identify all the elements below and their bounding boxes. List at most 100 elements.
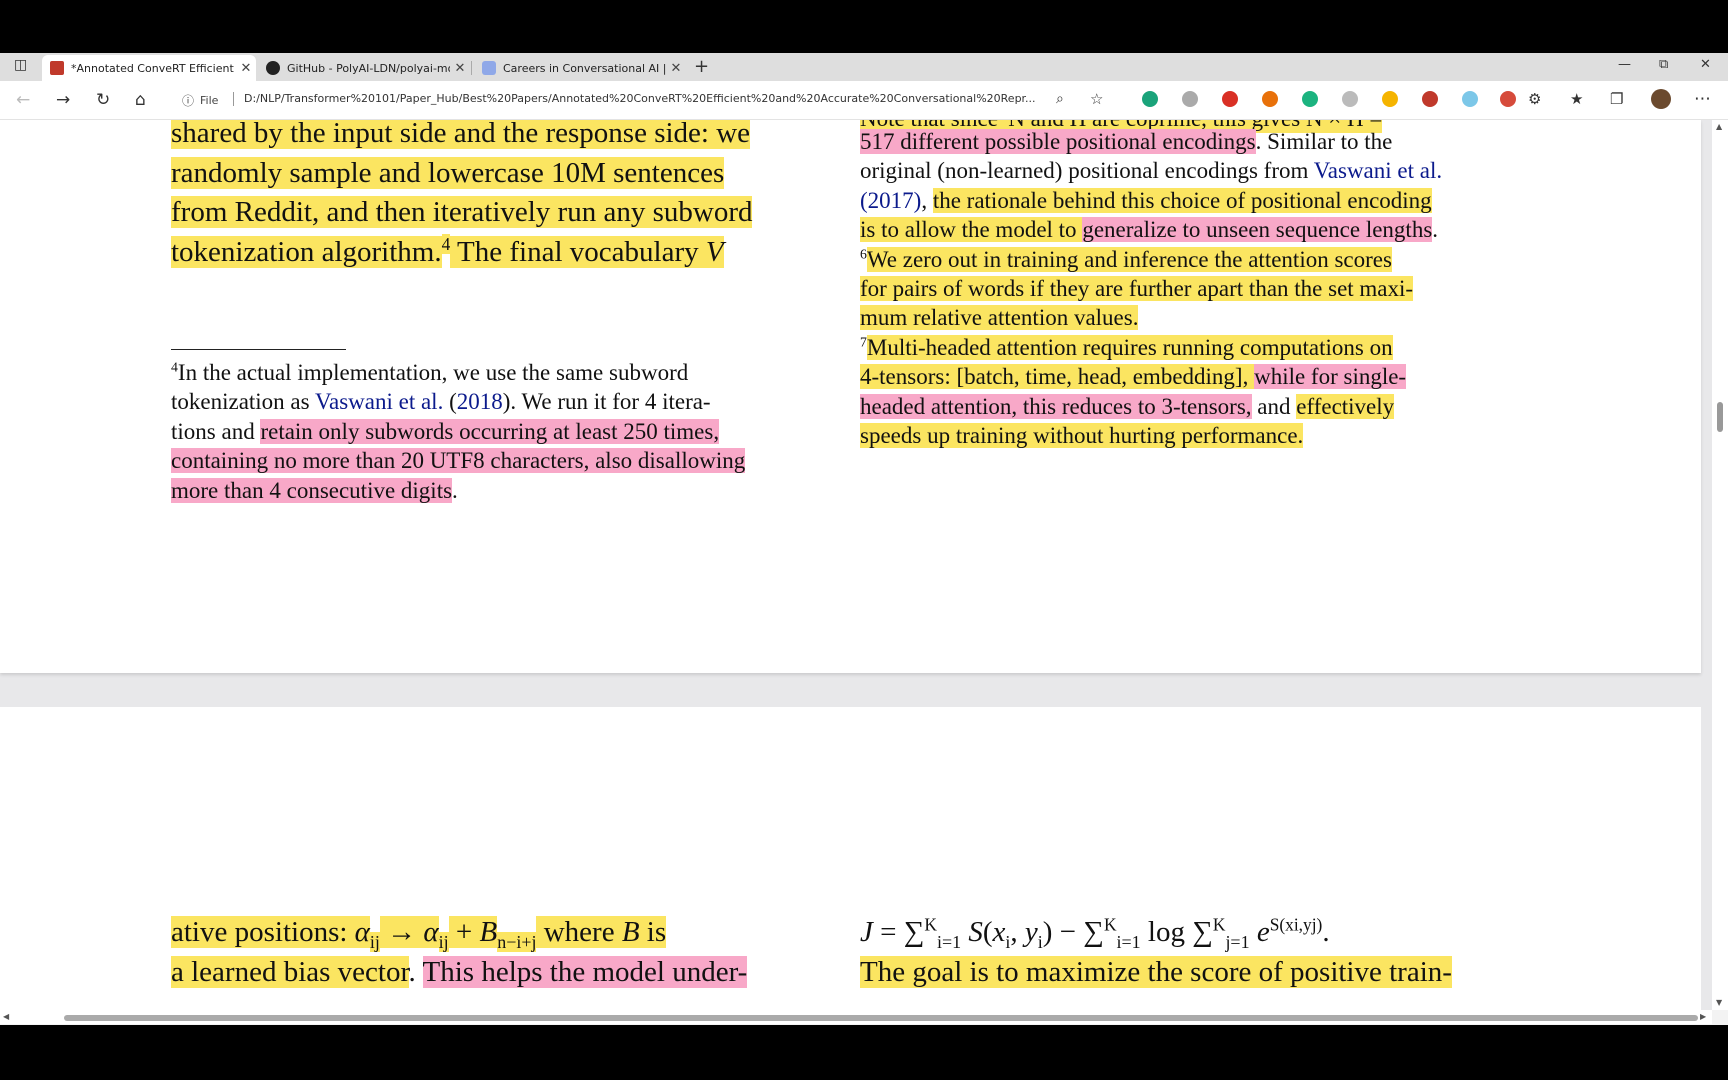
citation-link[interactable]: 2018 bbox=[457, 389, 503, 414]
address-bar[interactable]: D:/NLP/Transformer%20101/Paper_Hub/Best%… bbox=[244, 92, 1054, 105]
collections-icon[interactable]: ❐ bbox=[1610, 90, 1623, 108]
favorite-star-icon[interactable]: ☆ bbox=[1090, 90, 1103, 108]
yellow-highlight: B bbox=[479, 916, 498, 948]
scroll-right-icon[interactable]: ▶ bbox=[1700, 1012, 1706, 1021]
right-footnote-text: 517 different possible positional encodi… bbox=[860, 127, 1442, 450]
horizontal-scrollbar[interactable]: ◀ ▶ bbox=[0, 1010, 1712, 1024]
back-icon[interactable]: ← bbox=[16, 90, 30, 110]
minimize-icon[interactable]: — bbox=[1618, 57, 1631, 72]
text-line: 4In the actual implementation, we use th… bbox=[171, 358, 745, 387]
new-tab-icon[interactable]: + bbox=[694, 56, 709, 77]
text-span: tions and bbox=[171, 418, 261, 444]
text-span: S(xi,yj) bbox=[1269, 914, 1323, 935]
text-span: ( bbox=[982, 916, 993, 948]
text-span: i=1 bbox=[936, 931, 962, 952]
text-line: 517 different possible positional encodi… bbox=[860, 127, 1442, 156]
yellow-highlight: speeds up training without hurting perfo… bbox=[860, 423, 1304, 449]
close-tab-icon[interactable]: ✕ bbox=[450, 61, 470, 76]
yellow-highlight: effectively bbox=[1296, 393, 1395, 419]
close-window-icon[interactable]: ✕ bbox=[1700, 57, 1711, 72]
yellow-highlight: α bbox=[423, 916, 439, 948]
restore-icon[interactable]: ⧉ bbox=[1659, 57, 1668, 72]
yellow-highlight: The final vocabulary bbox=[450, 235, 706, 268]
pdf-viewer[interactable]: shared by the input side and the respons… bbox=[0, 120, 1712, 1010]
browser-extension-icon[interactable] bbox=[1422, 91, 1438, 107]
scroll-up-icon[interactable]: ▲ bbox=[1716, 122, 1722, 131]
favorites-icon[interactable]: ★ bbox=[1570, 90, 1583, 108]
yellow-highlight: n−i+j bbox=[497, 931, 537, 952]
navigation-bar: ← → ↻ ⌂ ⓘ File D:/NLP/Transformer%20101/… bbox=[0, 81, 1728, 120]
menu-icon[interactable]: ⋯ bbox=[1694, 89, 1711, 109]
text-span: , bbox=[921, 187, 933, 213]
text-span: original (non-learned) positional encodi… bbox=[860, 158, 1314, 184]
text-line: from Reddit, and then iteratively run an… bbox=[171, 193, 753, 233]
browser-extension-icon[interactable] bbox=[1342, 91, 1358, 107]
yellow-highlight: ij bbox=[438, 931, 449, 952]
horizontal-scroll-thumb[interactable] bbox=[64, 1015, 1698, 1021]
tab-actions-icon[interactable]: ◫ bbox=[14, 57, 27, 73]
yellow-highlight: B bbox=[621, 916, 640, 948]
pdf-page: ative positions: αij → αij + Bn−i+j wher… bbox=[0, 707, 1701, 1010]
browser-extension-icon[interactable] bbox=[1222, 91, 1238, 107]
yellow-highlight: 4-tensors: [batch, time, head, embedding… bbox=[860, 364, 1255, 390]
scroll-down-icon[interactable]: ▼ bbox=[1716, 998, 1722, 1007]
file-label: File bbox=[200, 94, 219, 107]
home-icon[interactable]: ⌂ bbox=[135, 90, 146, 110]
browser-extension-icon[interactable] bbox=[1182, 91, 1198, 107]
browser-extension-icon[interactable] bbox=[1262, 91, 1278, 107]
citation-link[interactable]: Vaswani et al. bbox=[315, 389, 443, 414]
tab-github[interactable]: GitHub - PolyAI-LDN/polyai-mo ✕ bbox=[258, 55, 470, 81]
close-tab-icon[interactable]: ✕ bbox=[666, 61, 686, 76]
yellow-highlight: for pairs of words if they are further a… bbox=[860, 276, 1414, 302]
tab-title: *Annotated ConveRT Efficient ar bbox=[71, 61, 236, 75]
text-line: ative positions: αij → αij + Bn−i+j wher… bbox=[171, 913, 747, 953]
zoom-icon[interactable]: ⌕ bbox=[1056, 91, 1064, 107]
yellow-highlight: the rationale behind this choice of posi… bbox=[932, 187, 1432, 213]
text-span: 6 bbox=[860, 245, 867, 261]
text-span: K bbox=[1212, 914, 1226, 935]
close-tab-icon[interactable]: ✕ bbox=[236, 61, 256, 76]
text-line: The goal is to maximize the score of pos… bbox=[860, 953, 1452, 993]
pink-highlight: 517 different possible positional encodi… bbox=[860, 129, 1256, 154]
browser-extension-icon[interactable] bbox=[1382, 91, 1398, 107]
browser-extension-icon[interactable] bbox=[1142, 91, 1158, 107]
profile-avatar[interactable] bbox=[1651, 89, 1671, 109]
text-span: log ∑ bbox=[1140, 916, 1213, 948]
text-span: . Similar to the bbox=[1255, 129, 1393, 154]
vertical-scrollbar[interactable]: ▲ ▼ bbox=[1712, 120, 1728, 1010]
yellow-highlight: shared by the input side and the respons… bbox=[171, 120, 751, 149]
extensions-icon[interactable]: ⚙ bbox=[1528, 90, 1541, 108]
yellow-highlight: ative positions: bbox=[171, 916, 355, 948]
tab-careers[interactable]: Careers in Conversational AI | Pc ✕ bbox=[474, 55, 686, 81]
scroll-left-icon[interactable]: ◀ bbox=[3, 1012, 9, 1021]
site-info[interactable]: ⓘ File bbox=[182, 92, 218, 109]
refresh-icon[interactable]: ↻ bbox=[96, 90, 110, 110]
browser-extension-icon[interactable] bbox=[1462, 91, 1478, 107]
text-line: a learned bias vector. This helps the mo… bbox=[171, 953, 748, 993]
browser-extension-icon[interactable] bbox=[1500, 91, 1516, 107]
browser-window: ◫ *Annotated ConveRT Efficient ar ✕ GitH… bbox=[0, 53, 1728, 1025]
address-separator bbox=[233, 92, 234, 106]
browser-extension-icon[interactable] bbox=[1302, 91, 1318, 107]
text-span: ) − ∑ bbox=[1042, 916, 1104, 948]
text-span: and bbox=[1251, 393, 1297, 419]
text-line: shared by the input side and the respons… bbox=[171, 120, 752, 154]
info-icon: ⓘ bbox=[182, 94, 195, 108]
text-span: K bbox=[924, 914, 937, 935]
text-span: , bbox=[1010, 916, 1025, 948]
yellow-highlight: V bbox=[705, 235, 724, 268]
citation-link[interactable]: (2017) bbox=[860, 188, 921, 213]
pdf-icon bbox=[50, 61, 64, 75]
forward-icon[interactable]: → bbox=[56, 90, 70, 110]
text-span: K bbox=[1103, 914, 1117, 935]
text-line: tokenization as Vaswani et al. (2018). W… bbox=[171, 387, 745, 416]
yellow-highlight: Multi-headed attention requires running … bbox=[866, 334, 1393, 360]
text-line: 4-tensors: [batch, time, head, embedding… bbox=[860, 362, 1442, 391]
tab-annotated-convert[interactable]: *Annotated ConveRT Efficient ar ✕ bbox=[42, 55, 256, 81]
vertical-scroll-thumb[interactable] bbox=[1717, 402, 1723, 432]
pink-highlight: containing no more than 20 UTF8 characte… bbox=[171, 448, 746, 474]
left-footnote-text: 4In the actual implementation, we use th… bbox=[171, 358, 746, 505]
citation-link[interactable]: Vaswani et al. bbox=[1314, 158, 1442, 183]
text-line: mum relative attention values. bbox=[860, 303, 1442, 332]
text-line: 6We zero out in training and inference t… bbox=[860, 245, 1442, 274]
